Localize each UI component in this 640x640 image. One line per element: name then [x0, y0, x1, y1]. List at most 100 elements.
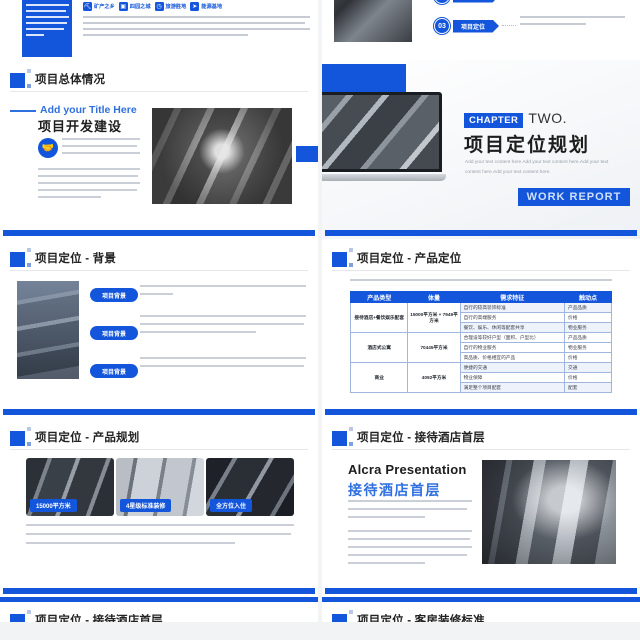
slide-heading: 项目总体情况	[10, 69, 105, 88]
slide-heading: 项目定位 - 客房装修标准	[332, 610, 485, 622]
cell-type: 酒店式公寓	[349, 332, 409, 363]
heading-divider	[10, 270, 308, 271]
table-header-row: 产品类型 体量 需求特征 触动点	[349, 291, 612, 303]
slide-bottom-bar	[3, 588, 315, 594]
heading-tiny-square-icon	[27, 69, 31, 73]
col-product-type: 产品类型	[349, 291, 409, 303]
heading-tiny-square-icon	[27, 427, 31, 431]
page-title: 项目定位 - 接待酒店首层	[357, 432, 485, 444]
step-item-03[interactable]: 03 项目定位	[434, 18, 499, 34]
cell-feature: 合理设等较好户型（面积、户型比）	[459, 332, 566, 343]
laptop-mockup	[322, 92, 450, 204]
step-item-02[interactable]: 02 项目规划	[434, 0, 499, 4]
slide-thumbnail-chapter-two[interactable]: CHAPTER TWO. 项目定位规划 Add your text conten…	[322, 60, 640, 239]
heading-divider	[10, 91, 308, 92]
step-connector	[502, 25, 516, 26]
page-title: 项目定位 - 背景	[35, 253, 117, 265]
table-row: 酒店式公寓 70445平方米 合理设等较好户型（面积、户型比） 产品品质	[349, 332, 612, 363]
background-text-2	[140, 315, 306, 339]
slide-thumbnail-overall-situation[interactable]: 项目总体情况 Add your Title Here 项目开发建设 🤝	[0, 60, 318, 239]
work-report-button[interactable]: WORK REPORT	[518, 188, 630, 206]
paragraph-2	[348, 530, 472, 570]
highlight-text	[62, 138, 140, 159]
cell-feature: 餐饮、娱乐、休闲等配套共享	[459, 322, 566, 333]
step-text-03	[520, 16, 626, 30]
slide-heading: 项目定位 - 接待酒店首层	[332, 427, 485, 446]
chapter-accent-block	[322, 64, 406, 92]
slide-thumbnail-positioning-steps[interactable]: 02 项目规划 03 项目定位	[322, 0, 640, 60]
slide-heading: 项目定位 - 接待酒店首层	[10, 610, 163, 622]
heading-tiny-square-icon	[27, 248, 31, 252]
slide-thumbnail-region-overview[interactable]: ⛏ 矿产之乡 ▣ 四园之城 ◷ 旅游胜地 ➤ 能源基地	[0, 0, 318, 60]
slide-thumbnail-hotel-ground-floor-2[interactable]: 项目定位 - 接待酒店首层	[0, 597, 318, 622]
heading-small-square-icon	[349, 442, 353, 446]
region-feature-column: ⛏ 矿产之乡 ▣ 四园之城 ◷ 旅游胜地 ➤ 能源基地	[83, 2, 312, 40]
cell-touchpoint: 物业服务	[564, 322, 612, 333]
heading-square-icon	[10, 73, 25, 88]
card-tag: 15000平方米	[30, 499, 77, 512]
background-pill-1[interactable]: 项目背景	[90, 288, 138, 302]
slide-thumbnail-background[interactable]: 项目定位 - 背景 项目背景 项目背景 项目背景	[0, 239, 318, 418]
chapter-tag: CHAPTER	[464, 113, 524, 128]
background-pill-3[interactable]: 项目背景	[90, 364, 138, 378]
accent-tab	[296, 146, 318, 162]
cell-touchpoint: 配套	[564, 382, 612, 393]
feature-item-mineral[interactable]: ⛏ 矿产之乡	[83, 2, 115, 11]
cell-feature: 自行的物业服务	[459, 342, 566, 353]
slide-grid: ⛏ 矿产之乡 ▣ 四园之城 ◷ 旅游胜地 ➤ 能源基地 03 项目定位 项目总体…	[0, 0, 640, 622]
planning-card-3[interactable]: 全方位入住	[206, 458, 294, 516]
page-title: 项目定位 - 客房装修标准	[357, 615, 485, 622]
slide-thumbnail-product-planning[interactable]: 项目定位 - 产品规划 15000平方米 4星级标准装修 全方位入住	[0, 418, 318, 597]
heading-divider	[10, 449, 308, 450]
laptop-screen	[322, 92, 442, 172]
cell-feature: 自行的较高装饰标准	[459, 302, 566, 313]
planning-body-text	[26, 524, 294, 551]
heading-tiny-square-icon	[349, 248, 353, 252]
slide-heading: 项目定位 - 产品定位	[332, 248, 461, 267]
body-text	[38, 168, 140, 203]
feature-item-energy[interactable]: ➤ 能源基地	[190, 2, 222, 11]
handshake-icon: 🤝	[38, 138, 58, 158]
cell-touchpoint: 价格	[564, 372, 612, 383]
heading-square-icon	[332, 431, 347, 446]
heading-small-square-icon	[349, 263, 353, 267]
feature-label: 矿产之乡	[94, 4, 115, 10]
hotel-bedroom-photo	[482, 460, 616, 564]
background-pill-2[interactable]: 项目背景	[90, 326, 138, 340]
slide-bottom-bar	[325, 588, 637, 594]
heading-small-square-icon	[27, 84, 31, 88]
heading-divider	[332, 449, 630, 450]
step-number: 02	[434, 0, 450, 4]
paragraph-1	[348, 500, 472, 524]
chapter-subtitle: Add your text content here Add your text…	[465, 160, 609, 176]
cell-feature: 自行的高端服务	[459, 312, 566, 323]
slide-thumbnail-product-positioning[interactable]: 项目定位 - 产品定位 产品类型 体量 需求特征 触动点 接待酒店+餐饮娱乐配套…	[322, 239, 640, 418]
cell-touchpoint: 产品品质	[564, 302, 612, 313]
slide-thumbnail-hotel-ground-floor[interactable]: 项目定位 - 接待酒店首层 Alcra Presentation 接待酒店首层	[322, 418, 640, 597]
step-number: 03	[434, 18, 450, 34]
heading-square-icon	[332, 252, 347, 267]
step-label: 项目规划	[453, 0, 499, 3]
feature-label: 旅游胜地	[165, 4, 187, 10]
planning-card-2[interactable]: 4星级标准装修	[116, 458, 204, 516]
region-info-box	[22, 0, 72, 57]
page-title: 项目总体情况	[35, 74, 106, 86]
chapter-header: CHAPTER TWO.	[464, 110, 567, 128]
feature-item-garden[interactable]: ▣ 四园之城	[118, 2, 151, 11]
col-features: 需求特征	[459, 291, 566, 303]
heading-cn: 接待酒店首层	[348, 482, 441, 498]
slide-bottom-bar	[3, 230, 315, 236]
planning-card-1[interactable]: 15000平方米	[26, 458, 114, 516]
slide-bottom-bar	[325, 230, 637, 236]
feature-item-tourism[interactable]: ◷ 旅游胜地	[154, 2, 187, 11]
background-text-3	[140, 357, 306, 373]
heading-square-icon	[10, 252, 25, 267]
cell-touchpoint: 价格	[564, 312, 612, 323]
heading-small-square-icon	[27, 263, 31, 267]
garden-icon: ▣	[118, 2, 128, 11]
slide-bottom-bar	[325, 409, 637, 415]
product-positioning-table: 产品类型 体量 需求特征 触动点 接待酒店+餐饮娱乐配套 15000平方米 + …	[349, 291, 612, 393]
slide-thumbnail-room-decoration-standard[interactable]: 项目定位 - 客房装修标准	[322, 597, 640, 622]
table-row: 商业 4092平方米 便捷的交通 交通	[349, 362, 612, 393]
chapter-title: 项目定位规划	[464, 135, 591, 156]
